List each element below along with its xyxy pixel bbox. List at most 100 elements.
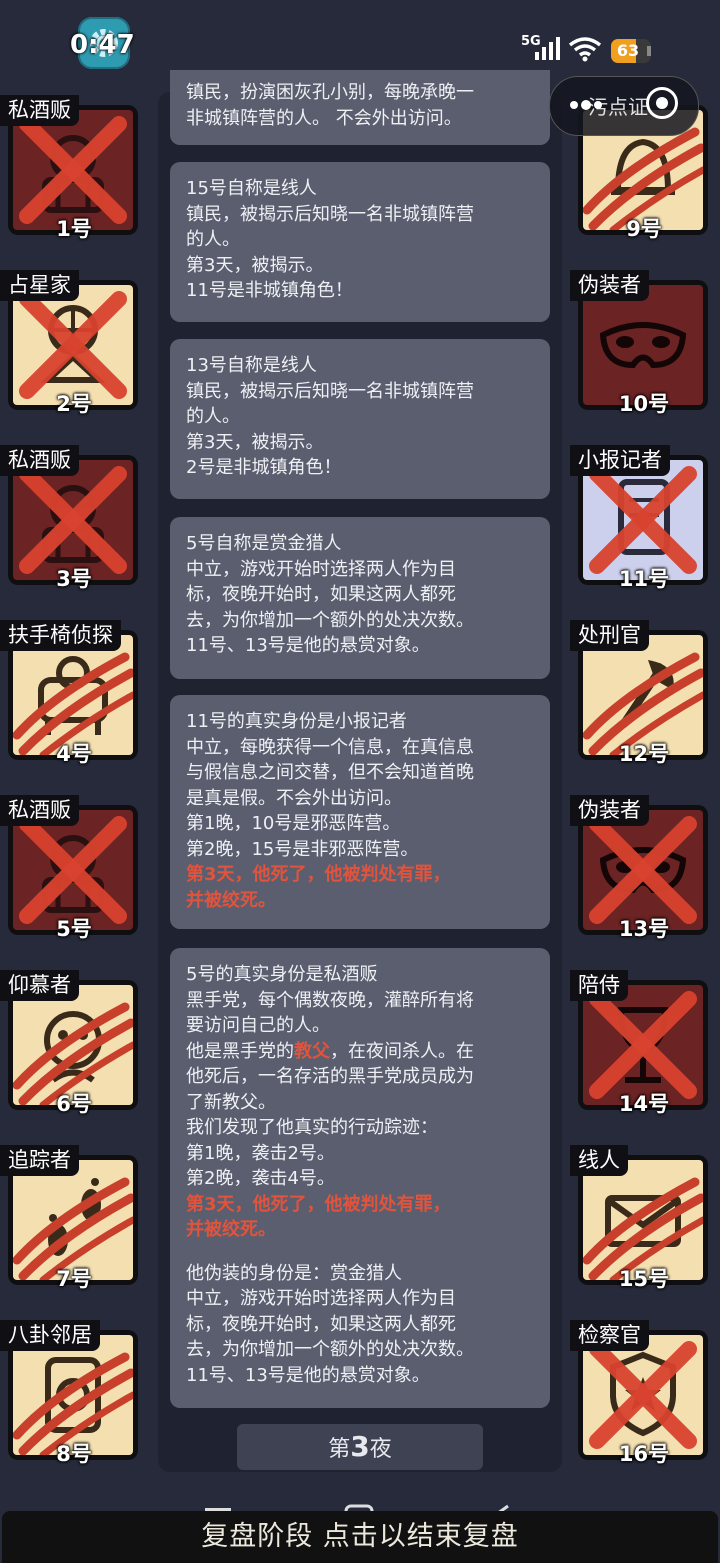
message-line: 是真是假。不会外出访问。 xyxy=(186,787,402,809)
message-line: 中立，游戏开始时选择两人作为目 xyxy=(186,558,456,580)
message-line: 了新教父。 xyxy=(186,1091,276,1113)
more-dots-icon[interactable] xyxy=(568,99,604,111)
message-spacer xyxy=(186,1243,534,1261)
message-line: 我们发现了他真实的行动踪迹： xyxy=(186,1117,438,1138)
message-line: 第1晚，10号是邪恶阵营。 xyxy=(186,813,401,834)
message-line: 11号、13号是他的悬赏对象。 xyxy=(186,1364,430,1386)
player-number: 5号 xyxy=(56,917,92,941)
player-number: 16号 xyxy=(618,1442,670,1466)
role-label: 处刑官 xyxy=(570,620,649,651)
player-number: 3号 xyxy=(56,567,92,591)
role-label: 伪装者 xyxy=(570,795,649,826)
player-card[interactable]: 扶手椅侦探 4号 xyxy=(0,620,140,785)
target-icon[interactable] xyxy=(646,87,678,119)
role-label: 线人 xyxy=(570,1145,628,1176)
claw-scratch-icon xyxy=(13,652,133,755)
dead-x-icon xyxy=(19,291,127,399)
player-card[interactable]: 检察官 16号 xyxy=(570,1320,710,1485)
role-label: 扶手椅侦探 xyxy=(0,620,121,651)
dead-x-icon xyxy=(19,116,127,224)
message-line: 并被绞死。 xyxy=(186,889,276,911)
player-card[interactable]: 占星家 2号 xyxy=(0,270,140,435)
dead-x-icon xyxy=(589,466,697,574)
wifi-icon xyxy=(568,37,602,62)
message-line: 2号是非城镇角色！ xyxy=(186,457,342,478)
player-card[interactable]: 小报记者 11号 xyxy=(570,445,710,610)
night-number: 3 xyxy=(350,1430,370,1463)
message-line: 11号、13号是他的悬赏对象。 xyxy=(186,635,430,656)
role-portrait xyxy=(583,285,703,405)
role-portrait xyxy=(583,635,703,755)
log-message: 11号的真实身份是小报记者中立，每晚获得一个信息，在真信息 与假信息之间交替，但不… xyxy=(170,695,550,929)
message-line: 标，夜晚开始时，如果这两人都死 xyxy=(186,1313,456,1335)
message-line: 镇民，被揭示后知晓一名非城镇阵营 xyxy=(186,380,474,402)
message-text: ，在夜间杀人。在 xyxy=(330,1040,474,1062)
player-card[interactable]: 陪侍 14号 xyxy=(570,970,710,1135)
player-card[interactable]: 私酒贩 3号 xyxy=(0,445,140,610)
message-line: 非城镇阵营的人。 不会外出访问。 xyxy=(186,107,462,129)
player-card[interactable]: 处刑官 12号 xyxy=(570,620,710,785)
player-number: 11号 xyxy=(618,567,670,591)
role-portrait xyxy=(13,1160,133,1280)
message-line: 第2晚，15号是非邪恶阵营。 xyxy=(186,838,419,860)
player-card[interactable]: 仰慕者 6号 xyxy=(0,970,140,1135)
dead-x-icon xyxy=(589,816,697,924)
player-number: 12号 xyxy=(618,742,670,766)
player-card[interactable]: 私酒贩 5号 xyxy=(0,795,140,960)
role-label: 私酒贩 xyxy=(0,795,79,826)
message-line: 第3天，他死了，他被判处有罪， xyxy=(186,1193,451,1215)
night-indicator-button[interactable]: 第3夜 xyxy=(237,1424,483,1470)
message-line: 黑手党，每个偶数夜晚，灌醉所有将 xyxy=(186,989,474,1011)
message-line: 的人。 xyxy=(186,406,240,427)
message-line: 中立，每晚获得一个信息，在真信息 xyxy=(186,736,474,758)
player-number: 4号 xyxy=(56,742,92,766)
claw-scratch-icon xyxy=(13,1177,133,1280)
role-portrait xyxy=(583,985,703,1105)
message-line: 5号的真实身份是私酒贩 xyxy=(186,964,378,985)
player-card[interactable]: 线人 15号 xyxy=(570,1145,710,1310)
message-line: 他是黑手党的教父，在夜间杀人。在 xyxy=(186,1039,534,1065)
message-line: 5号自称是赏金猎人 xyxy=(186,533,342,554)
player-number: 2号 xyxy=(56,392,92,416)
player-number: 1号 xyxy=(56,217,92,241)
message-line: 11号的真实身份是小报记者 xyxy=(186,711,407,732)
message-line: 镇民，扮演困灰孔小别，每晚承晚一 xyxy=(186,82,474,103)
player-number: 14号 xyxy=(618,1092,670,1116)
night-prefix: 第 xyxy=(328,1437,351,1462)
battery-cap xyxy=(647,46,651,56)
night-suffix: 夜 xyxy=(369,1437,392,1462)
role-label: 陪侍 xyxy=(570,970,628,1001)
message-line: 13号自称是线人 xyxy=(186,355,317,376)
role-portrait xyxy=(13,460,133,580)
message-line: 去，为你增加一个额外的处决次数。 xyxy=(186,609,474,631)
role-portrait xyxy=(583,1335,703,1455)
highlight-word: 教父 xyxy=(294,1040,330,1062)
role-label: 私酒贩 xyxy=(0,445,79,476)
role-label: 私酒贩 xyxy=(0,95,79,126)
message-line: 第1晚，袭击2号。 xyxy=(186,1142,335,1164)
role-portrait xyxy=(13,985,133,1105)
role-label: 仰慕者 xyxy=(0,970,79,1001)
dead-x-icon xyxy=(19,466,127,574)
message-line: 他死后，一名存活的黑手党成员成为 xyxy=(186,1066,474,1087)
message-line: 他伪装的身份是：赏金猎人 xyxy=(186,1262,402,1284)
player-card[interactable]: 追踪者 7号 xyxy=(0,1145,140,1310)
role-portrait xyxy=(13,110,133,230)
end-review-button[interactable]: 复盘阶段 点击以结束复盘 xyxy=(2,1511,718,1563)
player-card[interactable]: 伪装者 10号 xyxy=(570,270,710,435)
message-line: 15号自称是线人 xyxy=(186,178,317,199)
log-message: 5号的真实身份是私酒贩 黑手党，每个偶数夜晚，灌醉所有将 要访问自己的人。 他是黑手党… xyxy=(170,948,550,1408)
message-line: 与假信息之间交替，但不会知道首晚 xyxy=(186,762,474,783)
player-card[interactable]: 私酒贩 1号 xyxy=(0,95,140,260)
claw-scratch-icon xyxy=(13,1002,133,1105)
message-line: 第2晚，袭击4号。 xyxy=(186,1168,335,1189)
dead-x-icon xyxy=(589,991,697,1099)
log-message: 镇民，扮演困灰孔小别，每晚承晚一 非城镇阵营的人。 不会外出访问。 xyxy=(170,70,550,145)
message-line: 第3天，被揭示。 xyxy=(186,431,324,453)
message-line: 标，夜晚开始时，如果这两人都死 xyxy=(186,584,456,605)
player-card[interactable]: 八卦邻居 8号 xyxy=(0,1320,140,1485)
player-card[interactable]: 伪装者 13号 xyxy=(570,795,710,960)
message-line: 镇民，被揭示后知晓一名非城镇阵营 xyxy=(186,203,474,225)
role-label: 小报记者 xyxy=(570,445,670,476)
miniprogram-capsule[interactable]: 污点证 xyxy=(549,76,699,136)
